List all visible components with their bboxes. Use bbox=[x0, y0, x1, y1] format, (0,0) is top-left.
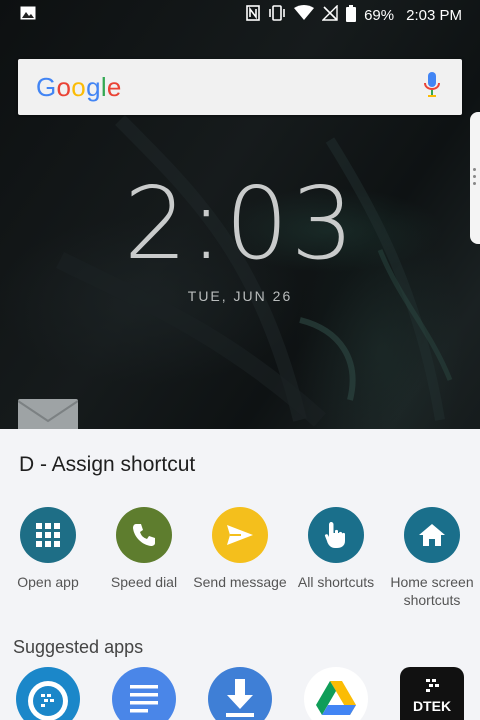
logo-letter: G bbox=[36, 71, 57, 102]
wifi-icon bbox=[294, 5, 315, 25]
no-signal-icon bbox=[321, 4, 338, 25]
action-label: Open app bbox=[17, 574, 79, 590]
shortcut-actions: Open app Speed dial Send message All sho… bbox=[0, 507, 480, 609]
speed-dial-action[interactable]: Speed dial bbox=[96, 507, 192, 609]
logo-letter: o bbox=[71, 71, 87, 102]
dtek-label: DTEK bbox=[413, 698, 451, 714]
battery-icon bbox=[346, 4, 357, 26]
docs-icon bbox=[112, 667, 176, 720]
microphone-icon[interactable] bbox=[424, 71, 440, 103]
status-bar: 69% 2:03 PM bbox=[0, 0, 480, 30]
clock-date[interactable]: TUE, JUN 26 bbox=[0, 288, 480, 304]
send-icon bbox=[212, 507, 268, 563]
logo-letter: g bbox=[86, 71, 101, 102]
suggested-app-blackberry-search[interactable] bbox=[0, 667, 96, 720]
action-label: Home screen shortcuts bbox=[390, 574, 474, 608]
open-app-action[interactable]: Open app bbox=[0, 507, 96, 609]
vibrate-icon bbox=[268, 5, 286, 25]
battery-percent: 69% bbox=[364, 6, 395, 24]
action-label: All shortcuts bbox=[297, 574, 375, 590]
productivity-tab-handle[interactable] bbox=[470, 112, 480, 244]
image-notification-icon bbox=[20, 6, 36, 25]
blackberry-search-icon bbox=[16, 667, 80, 720]
all-shortcuts-action[interactable]: All shortcuts bbox=[288, 507, 384, 609]
clock-time[interactable]: 2:03 bbox=[0, 165, 480, 282]
assign-shortcut-sheet: D - Assign shortcut Open app Speed dial … bbox=[0, 429, 480, 720]
home-icon bbox=[404, 507, 460, 563]
action-label: Send message bbox=[193, 574, 287, 590]
suggested-app-drive[interactable] bbox=[288, 667, 384, 720]
action-label: Speed dial bbox=[110, 574, 178, 590]
google-drive-icon bbox=[304, 667, 368, 720]
send-message-action[interactable]: Send message bbox=[192, 507, 288, 609]
suggested-app-downloads[interactable] bbox=[192, 667, 288, 720]
grid-icon bbox=[20, 507, 76, 563]
suggested-app-dtek[interactable]: DTEK bbox=[384, 667, 480, 720]
logo-letter: o bbox=[56, 71, 72, 102]
download-icon bbox=[208, 667, 272, 720]
logo-letter: e bbox=[106, 71, 122, 102]
google-logo: Google bbox=[36, 72, 122, 103]
phone-icon bbox=[116, 507, 172, 563]
dtek-icon: DTEK bbox=[400, 667, 464, 720]
sheet-title: D - Assign shortcut bbox=[19, 453, 196, 476]
hand-pointer-icon bbox=[308, 507, 364, 563]
google-search-bar[interactable]: Google bbox=[18, 59, 462, 115]
suggested-apps-title: Suggested apps bbox=[13, 637, 144, 657]
nfc-icon bbox=[246, 5, 260, 25]
status-time: 2:03 PM bbox=[406, 6, 462, 24]
suggested-apps-row: DTEK bbox=[0, 667, 480, 720]
home-screen-shortcuts-action[interactable]: Home screen shortcuts bbox=[384, 507, 480, 609]
suggested-app-docs[interactable] bbox=[96, 667, 192, 720]
